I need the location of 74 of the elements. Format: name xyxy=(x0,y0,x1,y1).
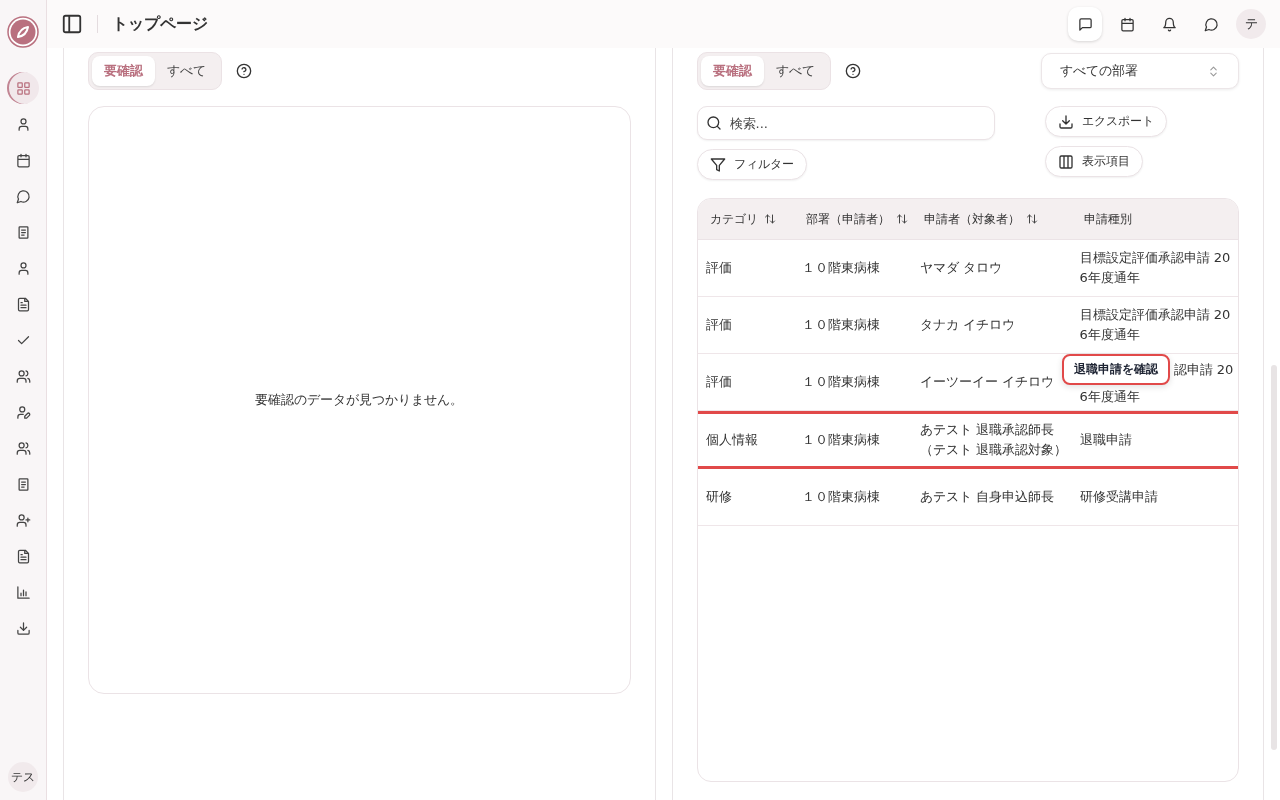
user-avatar[interactable]: テ xyxy=(1236,9,1266,39)
table-cell-text: あテスト 退職承認師長 （テスト 退職承認対象） xyxy=(918,421,1068,459)
empty-message: 要確認のデータが見つかりません。 xyxy=(255,391,464,409)
download-icon xyxy=(15,620,31,636)
tab[interactable]: 要確認 xyxy=(700,56,764,86)
tab[interactable]: 要確認 xyxy=(92,56,155,86)
sort-icon xyxy=(895,213,908,225)
bell-icon xyxy=(1161,16,1177,32)
calendar-icon xyxy=(1119,16,1135,32)
filter-icon xyxy=(709,156,726,173)
grid-icon xyxy=(15,80,31,96)
person-icon xyxy=(15,260,31,276)
chat-bubble-icon xyxy=(15,188,31,204)
table-row[interactable]: 研修 １０階東病棟 あテスト 自身申込師長 研修受講申請 xyxy=(697,469,1238,526)
table-cell-text: 研修 xyxy=(704,488,733,506)
help-icon[interactable] xyxy=(844,63,861,79)
table-cell-text: イーツーイー イチロウ xyxy=(918,373,1055,391)
table-cell-text: １０階東病棟 xyxy=(800,373,881,391)
table-cell-text: １０階東病棟 xyxy=(800,431,881,449)
search-field[interactable]: 検索... xyxy=(696,106,995,140)
column-header[interactable]: カテゴリ xyxy=(697,210,794,228)
tab[interactable]: すべて xyxy=(155,56,218,86)
export-button[interactable]: エクスポート xyxy=(1044,106,1167,137)
person-pen-icon xyxy=(15,404,31,420)
person-icon xyxy=(15,116,31,132)
search-icon xyxy=(705,115,722,131)
table-cell-text: 研修受講申請 xyxy=(1078,488,1159,506)
table-row[interactable]: 評価 １０階東病棟 ヤマダ タロウ 目標設定評価承認申請 20 6年度通年 xyxy=(697,240,1238,297)
table-cell-text: 目標設定評価承認申請 20 6年度通年 xyxy=(1078,306,1232,344)
page-title: トップページ xyxy=(112,13,208,35)
department-select[interactable]: すべての部署 xyxy=(1041,53,1239,89)
notebook-icon xyxy=(15,476,31,492)
table-cell-text: １０階東病棟 xyxy=(800,259,881,277)
cell-text: 認申請 20 xyxy=(1173,361,1234,379)
sort-icon xyxy=(1025,213,1038,225)
document-icon xyxy=(15,548,31,564)
table-cell-text: 個人情報 xyxy=(704,431,759,449)
table-row[interactable]: 評価 １０階東病棟 イーツーイー イチロウ 退職申請を確認 認申請 20 6年度通年 xyxy=(697,354,1238,411)
people-icon xyxy=(15,440,31,456)
download-icon xyxy=(1057,113,1074,130)
columns-icon xyxy=(1057,153,1074,170)
table-cell-text: 目標設定評価承認申請 20 6年度通年 xyxy=(1078,249,1232,287)
calendar-icon xyxy=(15,152,31,168)
table-cell-text: ヤマダ タロウ xyxy=(918,259,1003,277)
table-cell-text: 評価 xyxy=(704,373,733,391)
table-cell-text: １０階東病棟 xyxy=(800,316,881,334)
table-cell-text: １０階東病棟 xyxy=(800,488,881,506)
column-header[interactable]: 申請種別 xyxy=(1071,210,1238,228)
scrollbar[interactable] xyxy=(1271,365,1277,750)
column-header[interactable]: 部署（申請者） xyxy=(793,210,912,228)
table-cell-text: タナカ イチロウ xyxy=(918,316,1016,334)
table-cell-text: 評価 xyxy=(704,259,733,277)
filter-button[interactable]: フィルター xyxy=(696,149,807,180)
compass-logo-icon xyxy=(7,16,39,48)
document-icon xyxy=(15,296,31,312)
columns-button[interactable]: 表示項目 xyxy=(1044,146,1143,177)
table-cell-text: あテスト 自身申込師長 xyxy=(918,488,1055,506)
chevrons-icon xyxy=(1207,64,1220,78)
table-cell-text: 評価 xyxy=(704,316,733,334)
notebook-icon xyxy=(15,224,31,240)
table-cell-text: 退職申請 xyxy=(1078,431,1133,449)
chat-bubble-icon xyxy=(1203,16,1219,32)
person-plus-icon xyxy=(15,512,31,528)
column-header[interactable]: 申請者（対象者） xyxy=(911,210,1072,228)
message-square-button[interactable] xyxy=(1068,7,1102,41)
sort-icon xyxy=(763,213,776,225)
user-avatar[interactable]: テス xyxy=(8,762,38,792)
cell-text: 6年度通年 xyxy=(1079,388,1140,406)
tab[interactable]: すべて xyxy=(763,56,827,86)
help-icon[interactable] xyxy=(236,63,252,79)
sidebar-toggle-icon[interactable] xyxy=(61,13,83,35)
people-icon xyxy=(15,368,31,384)
tooltip: 退職申請を確認 xyxy=(1061,354,1170,385)
bar-chart-icon xyxy=(15,584,31,600)
